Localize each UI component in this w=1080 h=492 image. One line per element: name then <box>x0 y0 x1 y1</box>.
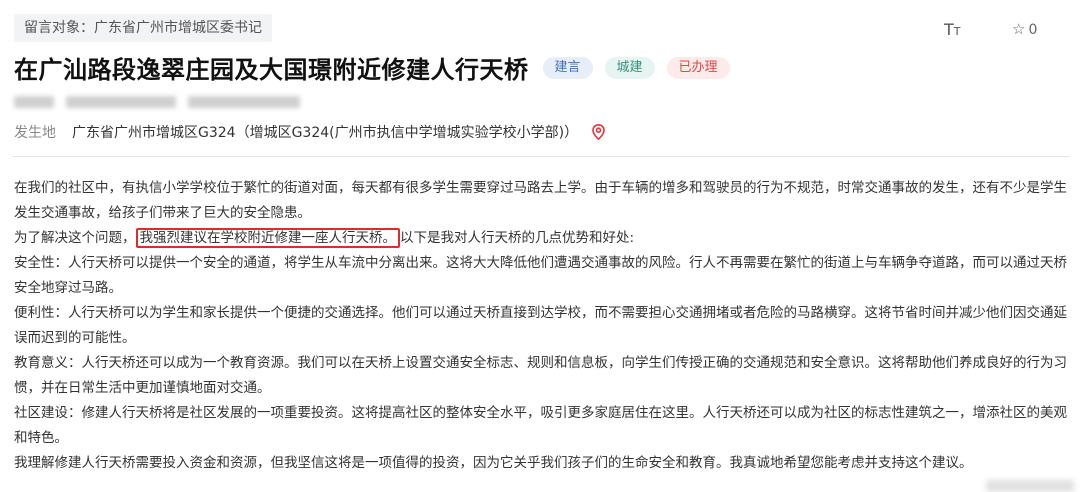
highlighted-proposal: 我强烈建议在学校附近修建一座人行天桥。 <box>135 228 400 248</box>
proposal-suffix: 以下是我对人行天桥的几点优势和好处: <box>400 230 635 246</box>
blurred-watermark <box>986 480 1074 492</box>
paragraph-safety: 安全性：人行天桥可以提供一个安全的通道，将学生从车流中分离出来。这将大大降低他们… <box>14 255 1067 296</box>
font-size-icon-small-t: T <box>953 25 961 38</box>
location-value: 广东省广州市增城区G324（增城区G324(广州市执信中学增城实验学校小学部)） <box>72 125 579 141</box>
star-icon: ☆ <box>1012 20 1026 38</box>
blurred-author-name <box>66 96 176 108</box>
paragraph-proposal: 为了解决这个问题， 我强烈建议在学校附近修建一座人行天桥。 以下是我对人行天桥的几点… <box>14 226 1072 251</box>
font-size-icon-large-t: T <box>944 20 954 39</box>
paragraph-community: 社区建设：修建人行天桥将是社区发展的一项重要投资。这将提高社区的整体安全水平，吸… <box>14 405 1067 446</box>
blurred-post-date <box>188 96 300 108</box>
proposal-prefix: 为了解决这个问题， <box>14 230 136 246</box>
tag-suggestion: 建言 <box>542 56 593 79</box>
page-title: 在广汕路段逸翠庄园及大国璟附近修建人行天桥 <box>14 56 529 84</box>
message-body: 在我们的社区中，有执信小学学校位于繁忙的街道对面，每天都有很多学生需要穿过马路去… <box>14 176 1072 476</box>
divider <box>12 156 1070 157</box>
font-size-icon[interactable]: TT <box>944 20 961 39</box>
paragraph-education: 教育意义：人行天桥还可以成为一个教育资源。我们可以在天桥上设置交通安全标志、规则… <box>14 355 1067 396</box>
tag-category: 城建 <box>604 56 655 79</box>
paragraph-background: 在我们的社区中，有执信小学学校位于繁忙的街道对面，每天都有很多学生需要穿过马路去… <box>14 180 1067 221</box>
recipient-label: 留言对象：广东省广州市增城区委书记 <box>14 14 272 42</box>
favorite-button[interactable]: ☆ 0 <box>1012 20 1037 38</box>
blurred-author-avatar <box>14 96 54 108</box>
location-row: 发生地 广东省广州市增城区G324（增城区G324(广州市执信中学增城实验学校小… <box>14 122 605 142</box>
paragraph-closing: 我理解修建人行天桥需要投入资金和资源，但我坚信这将是一项值得的投资，因为它关乎我… <box>14 455 973 471</box>
location-pin-icon[interactable] <box>592 124 605 140</box>
paragraph-convenience: 便利性：人行天桥可以为学生和家长提供一个便捷的交通选择。他们可以通过天桥直接到达… <box>14 305 1067 346</box>
status-badge: 已办理 <box>666 56 730 79</box>
favorite-count: 0 <box>1028 22 1038 38</box>
location-label: 发生地 <box>14 125 56 141</box>
title-row: 在广汕路段逸翠庄园及大国璟附近修建人行天桥 建言 城建 已办理 <box>14 50 730 85</box>
